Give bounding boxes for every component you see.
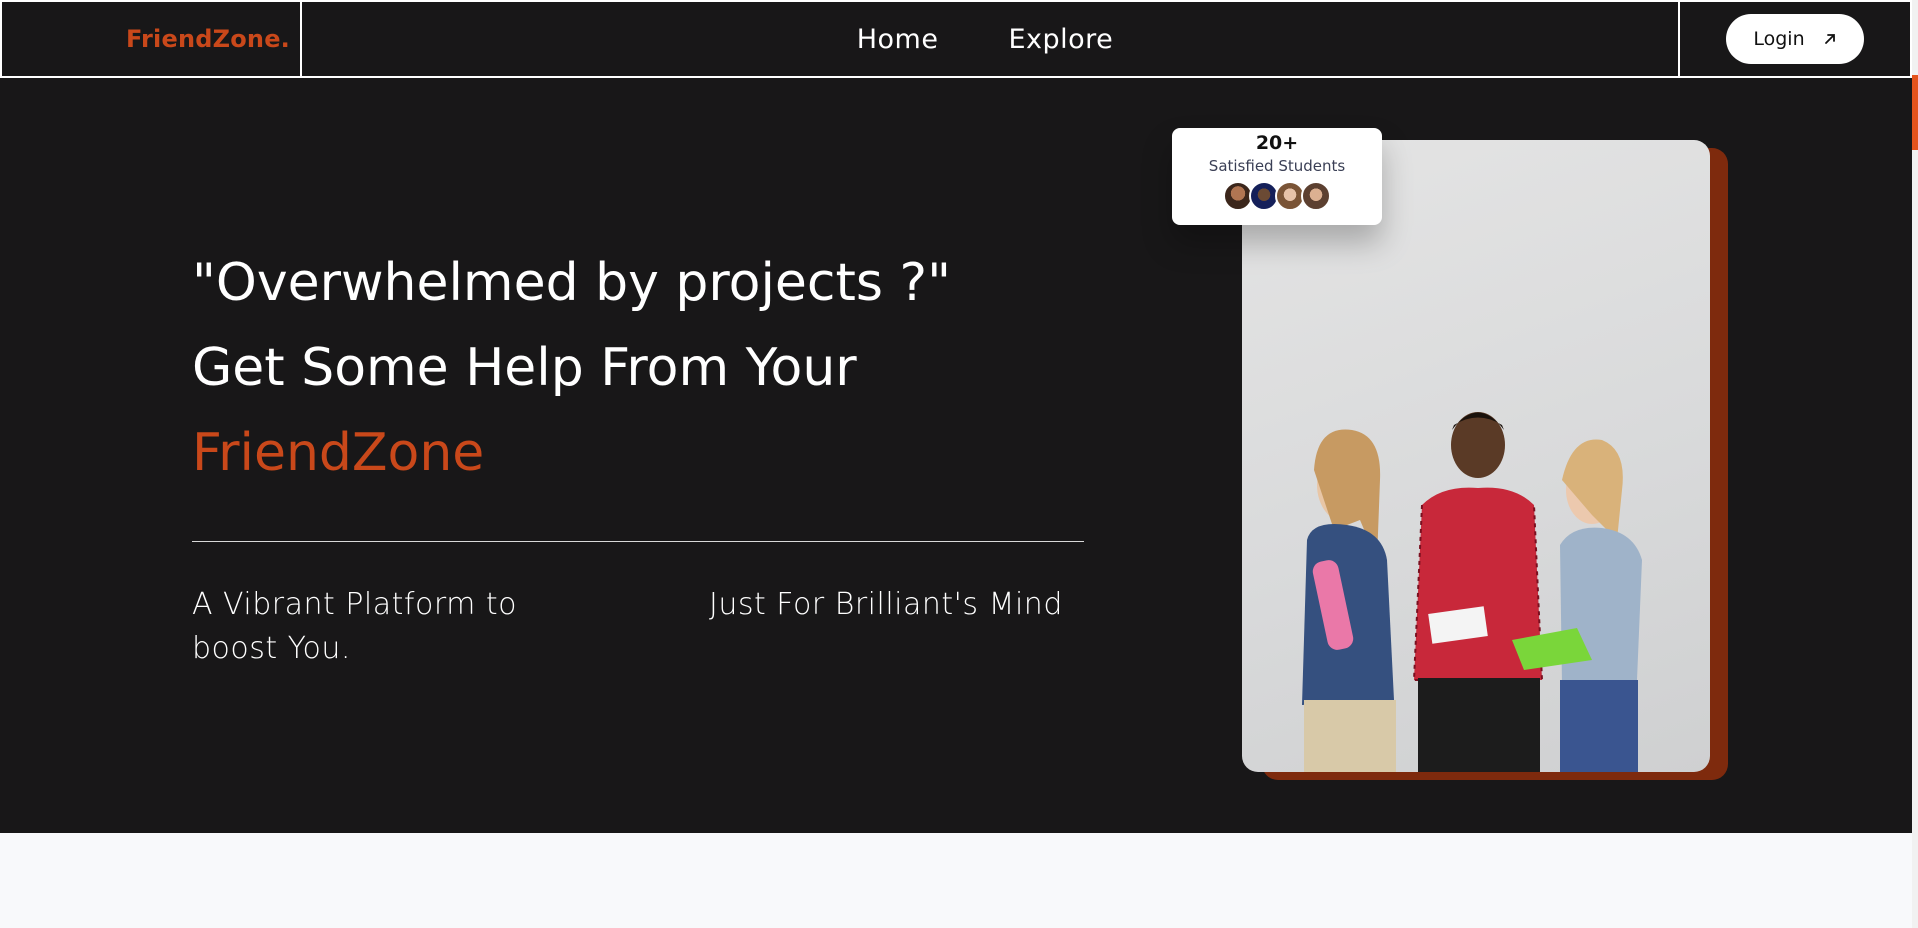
- avatar: [1301, 181, 1331, 211]
- hero-line-1: "Overwhelmed by projects ?": [192, 253, 952, 313]
- tagline-left: A Vibrant Platform to boost You.: [192, 587, 518, 666]
- students-illustration: [1302, 412, 1642, 772]
- nav-explore[interactable]: Explore: [1008, 24, 1113, 55]
- logo-cell: FriendZone.: [0, 0, 302, 76]
- students-photo: [1242, 140, 1710, 772]
- students-label: Satisfied Students: [1208, 157, 1346, 175]
- main-nav: Home Explore: [302, 0, 1678, 76]
- site-header: FriendZone. Home Explore Login: [0, 0, 1912, 78]
- login-button-label: Login: [1753, 28, 1805, 50]
- hero-section: "Overwhelmed by projects ?" Get Some Hel…: [0, 78, 1912, 833]
- nav-home[interactable]: Home: [857, 24, 939, 55]
- hero-brand-line: FriendZone: [192, 423, 485, 483]
- satisfied-students-card: 20+ Satisfied Students: [1172, 128, 1382, 225]
- page: FriendZone. Home Explore Login "Overwhel…: [0, 0, 1918, 928]
- scrollbar-thumb[interactable]: [1912, 0, 1918, 150]
- login-cell: Login: [1678, 0, 1912, 76]
- avatar-group: [1172, 181, 1382, 211]
- page-scrollbar[interactable]: [1912, 0, 1918, 928]
- tagline-right: Just For Brilliant's Mind: [709, 587, 1063, 622]
- login-button[interactable]: Login: [1726, 14, 1864, 64]
- students-count: 20+: [1255, 132, 1299, 154]
- hero-line-2: Get Some Help From Your: [192, 338, 857, 398]
- arrow-up-right-icon: [1824, 34, 1835, 44]
- hero-divider: [192, 541, 1084, 542]
- brand-logo[interactable]: FriendZone.: [126, 25, 290, 53]
